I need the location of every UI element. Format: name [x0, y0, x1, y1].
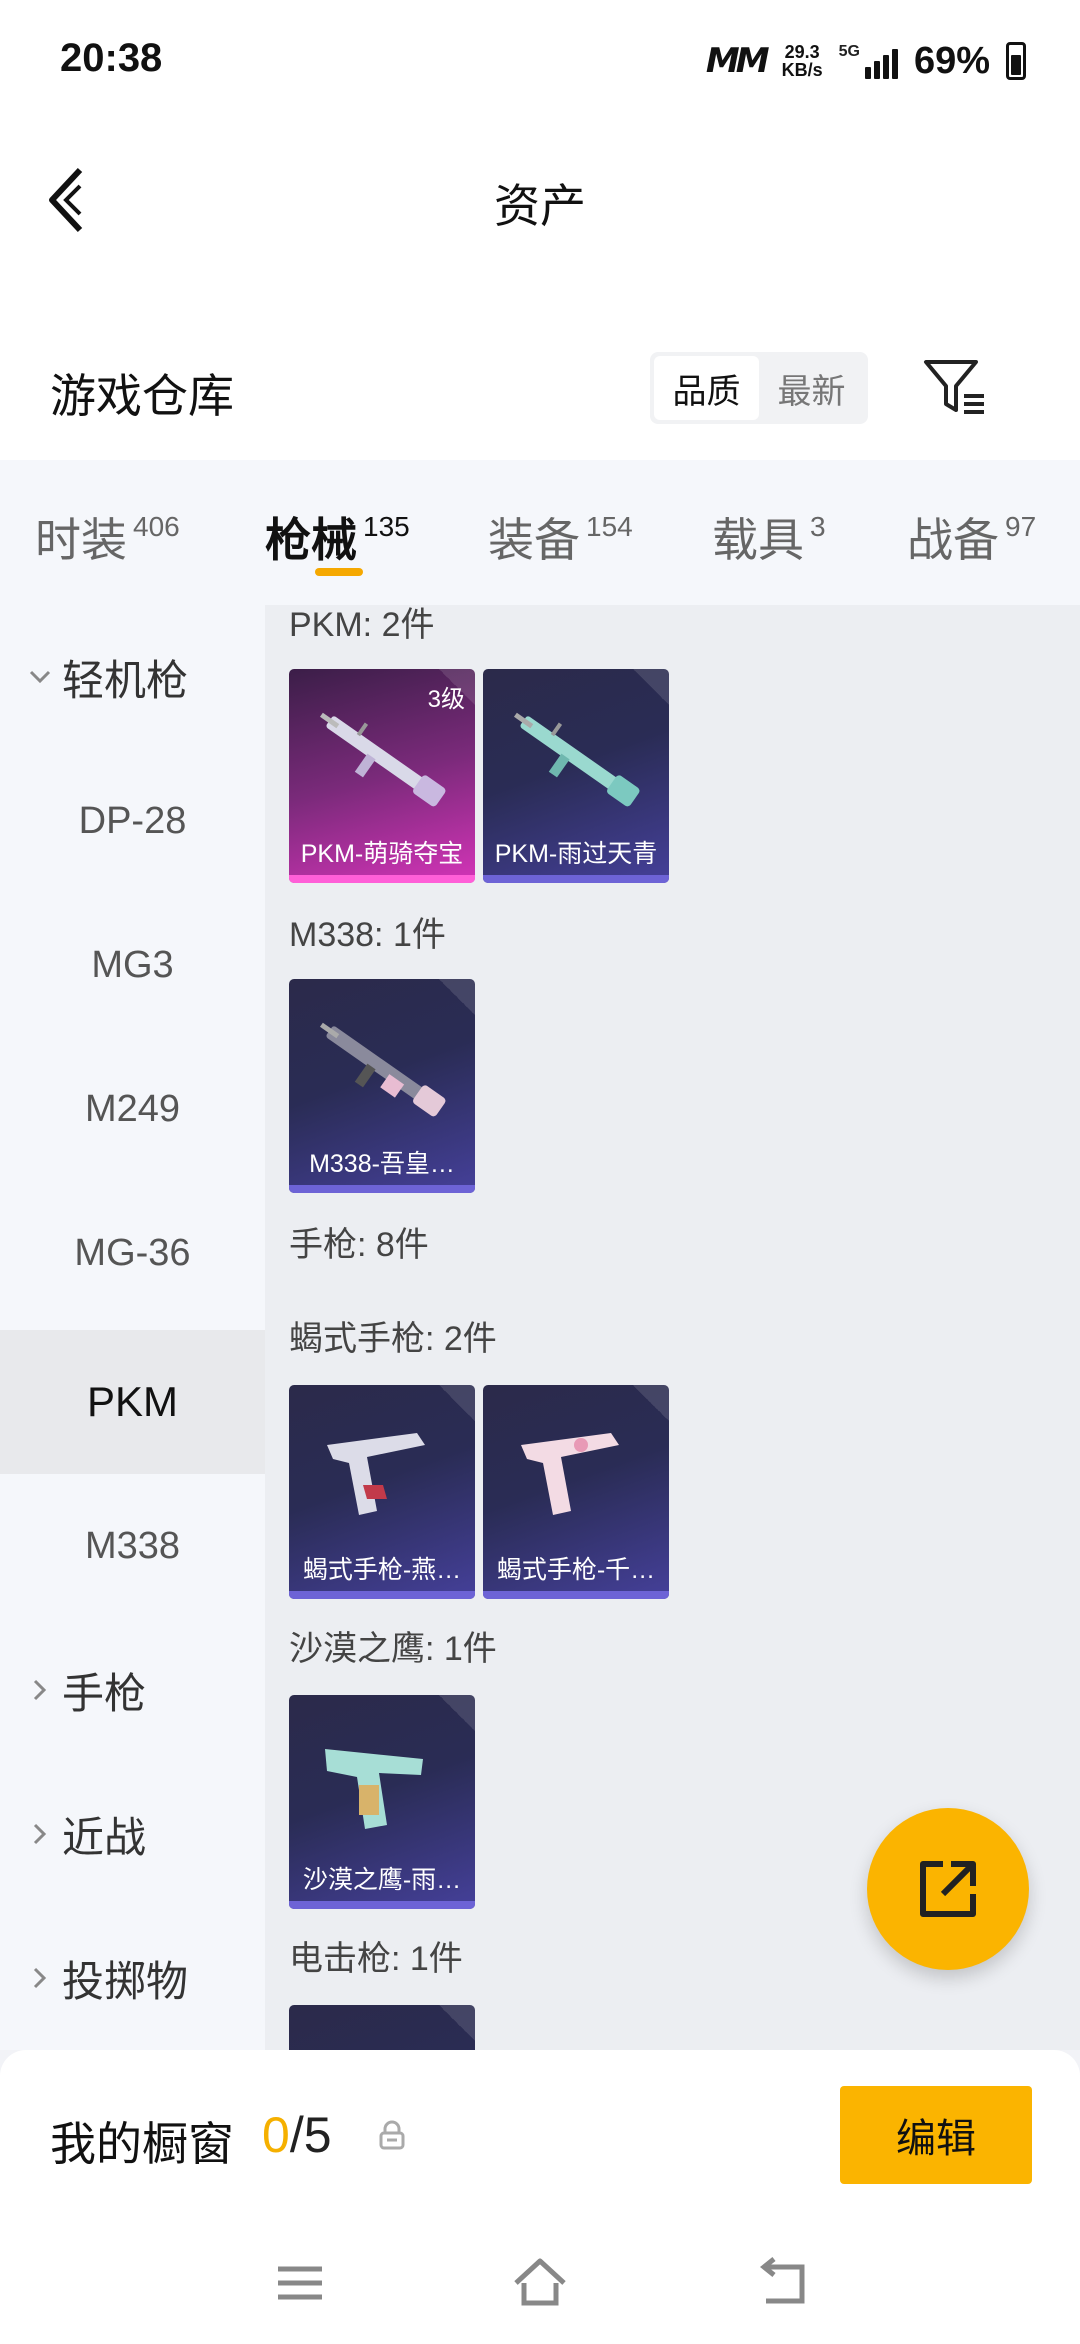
sidebar-category-melee[interactable]: 近战: [0, 1762, 265, 1906]
status-bar: 20:38 ⅯⅯ 29.3 KB/s 5G 69%: [0, 0, 1080, 120]
warehouse-title: 游戏仓库: [50, 370, 234, 422]
share-external-icon: [920, 1861, 976, 1917]
filter-icon: [924, 360, 984, 414]
chevron-right-icon: [20, 1814, 60, 1854]
tab-count: 135: [363, 511, 410, 542]
item-name: 蝎式手枪-燕…: [302, 1556, 462, 1584]
sidebar: 轻机枪 DP-28 MG3 M249 MG-36 PKM M338 手枪 近战 …: [0, 605, 265, 2050]
group-label-stun-gun: 电击枪: 1件: [289, 1940, 463, 1978]
network-speed: 29.3 KB/s: [782, 43, 823, 79]
menu-icon: [278, 2266, 322, 2300]
item-card[interactable]: 沙漠之鹰-雨…: [289, 1695, 475, 1909]
tab-label: 载具: [712, 514, 804, 566]
tab-label: 时装: [35, 514, 127, 566]
lock-icon: [379, 2120, 405, 2150]
showcase-count-used: 0: [262, 2107, 290, 2163]
tab-count: 3: [810, 511, 826, 542]
pistol-icon: [521, 1433, 619, 1515]
status-time: 20:38: [60, 36, 163, 80]
sidebar-item-mg3[interactable]: MG3: [0, 893, 265, 1037]
signal-icon: 5G: [839, 43, 898, 79]
battery-percent: 69%: [913, 39, 990, 82]
item-card[interactable]: 蝎式手枪-千…: [483, 1385, 669, 1599]
machine-gun-icon: [319, 712, 446, 807]
tab-label: 装备: [488, 514, 580, 566]
tab-count: 154: [586, 511, 633, 542]
group-label-desert-eagle: 沙漠之鹰: 1件: [289, 1630, 497, 1668]
showcase-count: 0/5: [262, 2106, 332, 2164]
item-card[interactable]: 3级 PKM-萌骑夺宝: [289, 669, 475, 883]
item-name: 沙漠之鹰-雨…: [302, 1866, 462, 1894]
tab-equipment[interactable]: 装备 154: [488, 504, 633, 570]
showcase-bar: 我的橱窗 0/5 编辑: [0, 2050, 1080, 2225]
sidebar-category-label: 投掷物: [62, 1957, 189, 2005]
status-icons: ⅯⅯ 29.3 KB/s 5G 69%: [706, 36, 1026, 86]
nav-menu-button[interactable]: [270, 2253, 330, 2313]
chevron-right-icon: [20, 1670, 60, 1710]
sidebar-item-mg36[interactable]: MG-36: [0, 1181, 265, 1325]
sidebar-item-dp28[interactable]: DP-28: [0, 749, 265, 893]
group-label-pkm: PKM: 2件: [289, 606, 435, 644]
tab-fashion[interactable]: 时装 406: [35, 504, 180, 570]
chevron-right-icon: [20, 1958, 60, 1998]
system-nav-bar: [0, 2225, 1080, 2344]
item-card[interactable]: M338-吾皇…: [289, 979, 475, 1193]
sidebar-item-pkm[interactable]: PKM: [0, 1330, 265, 1474]
tab-supplies[interactable]: 战备 97: [907, 504, 1036, 570]
showcase-title: 我的橱窗: [50, 2118, 234, 2170]
machine-gun-icon: [513, 712, 640, 807]
filter-button[interactable]: [920, 352, 990, 422]
item-name: PKM-萌骑夺宝: [300, 840, 464, 868]
nav-home-button[interactable]: [510, 2253, 570, 2313]
tab-vehicles[interactable]: 载具 3: [712, 504, 826, 570]
back-icon: [759, 2257, 805, 2304]
pistol-icon: [327, 1433, 425, 1515]
showcase-count-total: /5: [289, 2107, 332, 2163]
chevron-down-icon: [20, 657, 60, 697]
tab-count: 97: [1005, 511, 1037, 542]
home-icon: [514, 2258, 566, 2306]
network-speed-unit: KB/s: [781, 60, 823, 80]
item-card[interactable]: [289, 2005, 475, 2050]
item-card[interactable]: PKM-雨过天青: [483, 669, 669, 883]
sort-newest-button[interactable]: 最新: [759, 356, 864, 420]
sidebar-item-m249[interactable]: M249: [0, 1037, 265, 1181]
machine-gun-icon: [319, 1022, 446, 1117]
tab-firearms[interactable]: 枪械 135: [265, 504, 410, 570]
sort-toggle: 品质 最新: [650, 352, 868, 424]
sidebar-category-label: 手枪: [62, 1669, 147, 1717]
page-title: 资产: [494, 180, 586, 232]
share-button[interactable]: [867, 1808, 1029, 1970]
sort-quality-button[interactable]: 品质: [654, 356, 759, 420]
item-name: 蝎式手枪-千…: [496, 1556, 656, 1584]
tab-label: 枪械: [265, 514, 357, 566]
sidebar-category-pistol[interactable]: 手枪: [0, 1618, 265, 1762]
sidebar-category-label: 近战: [62, 1813, 147, 1861]
sidebar-category-throwable[interactable]: 投掷物: [0, 1906, 265, 2050]
edit-button[interactable]: 编辑: [840, 2086, 1032, 2184]
group-label-skorpion: 蝎式手枪: 2件: [289, 1320, 497, 1358]
network-type: 5G: [838, 43, 860, 60]
sidebar-category-label: 轻机枪: [62, 656, 189, 704]
tab-count: 406: [133, 511, 180, 542]
item-name: PKM-雨过天青: [494, 840, 658, 868]
item-card[interactable]: 蝎式手枪-燕…: [289, 1385, 475, 1599]
sidebar-item-m338[interactable]: M338: [0, 1474, 265, 1618]
network-speed-value: 29.3: [784, 42, 820, 62]
tab-label: 战备: [907, 514, 999, 566]
active-tab-indicator: [315, 568, 363, 576]
battery-icon: [1006, 42, 1026, 80]
pistol-icon: [325, 1749, 423, 1829]
nav-back-button[interactable]: [752, 2253, 812, 2313]
group-label-pistol: 手枪: 8件: [289, 1226, 429, 1264]
app-header: 资产: [0, 120, 1080, 330]
item-name: M338-吾皇…: [309, 1150, 455, 1178]
warehouse-header: 游戏仓库 品质 最新: [0, 330, 1080, 460]
network-speed-logo-icon: ⅯⅯ: [705, 42, 770, 80]
group-label-m338: M338: 1件: [289, 916, 446, 954]
category-tabs: 时装 406 枪械 135 装备 154 载具 3 战备 97: [0, 460, 1080, 605]
sidebar-category-lmg[interactable]: 轻机枪: [0, 605, 265, 749]
